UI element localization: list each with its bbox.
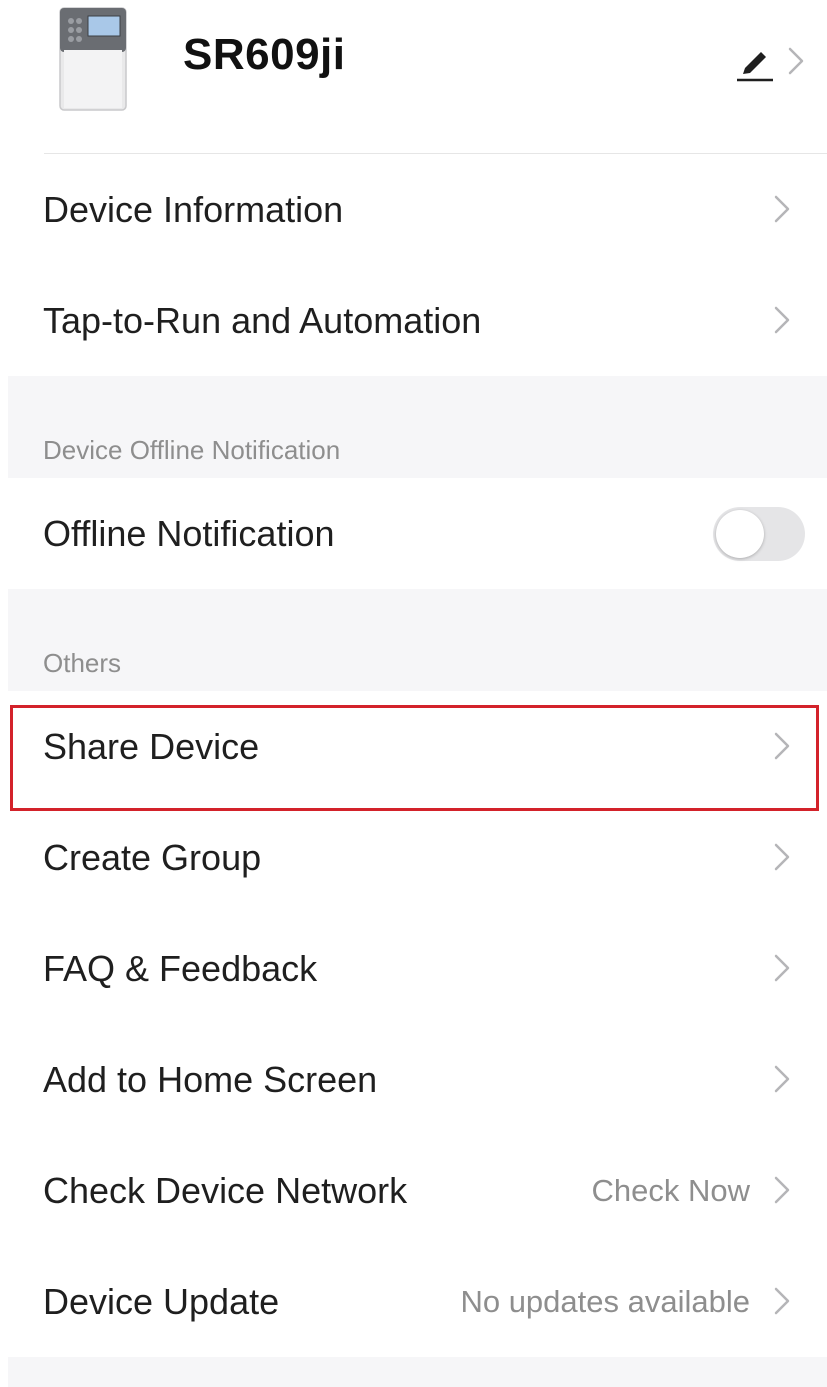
row-label: Create Group <box>43 837 262 878</box>
row-label: Check Device Network <box>43 1170 408 1211</box>
row-label: FAQ & Feedback <box>43 948 318 989</box>
device-name: SR609ji <box>183 30 346 79</box>
row-label: Share Device <box>43 726 260 767</box>
bottom-spacer <box>8 1357 827 1387</box>
toggle-knob <box>716 510 764 558</box>
row-check-network[interactable]: Check Device Network Check Now <box>8 1135 827 1246</box>
row-label: Tap-to-Run and Automation <box>43 300 482 341</box>
chevron-right-icon <box>774 306 790 334</box>
chevron-right-icon <box>774 732 790 760</box>
section-title: Others <box>43 648 122 678</box>
chevron-right-icon <box>774 1176 790 1204</box>
row-tap-to-run[interactable]: Tap-to-Run and Automation <box>8 265 827 376</box>
chevron-right-icon <box>774 195 790 223</box>
chevron-right-icon[interactable] <box>786 46 806 76</box>
section-title: Device Offline Notification <box>43 435 341 465</box>
row-faq-feedback[interactable]: FAQ & Feedback <box>8 913 827 1024</box>
offline-notification-toggle[interactable] <box>713 507 805 561</box>
section-header-others: Others <box>8 589 827 691</box>
device-header: SR609ji <box>0 0 827 153</box>
pencil-icon[interactable] <box>735 44 775 84</box>
section-header-offline: Device Offline Notification <box>8 376 827 478</box>
row-label: Device Update <box>43 1281 280 1322</box>
chevron-right-icon <box>774 1065 790 1093</box>
row-value: No updates available <box>460 1284 750 1319</box>
chevron-right-icon <box>774 843 790 871</box>
row-share-device[interactable]: Share Device <box>8 691 827 802</box>
row-label: Offline Notification <box>43 513 335 554</box>
chevron-right-icon <box>774 954 790 982</box>
device-image <box>59 7 127 111</box>
row-offline-notification: Offline Notification <box>8 478 827 589</box>
row-label: Add to Home Screen <box>43 1059 378 1100</box>
row-value: Check Now <box>591 1173 751 1208</box>
row-device-information[interactable]: Device Information <box>8 154 827 265</box>
row-add-home-screen[interactable]: Add to Home Screen <box>8 1024 827 1135</box>
row-label: Device Information <box>43 189 344 230</box>
chevron-right-icon <box>774 1287 790 1315</box>
row-create-group[interactable]: Create Group <box>8 802 827 913</box>
row-device-update[interactable]: Device Update No updates available <box>8 1246 827 1357</box>
